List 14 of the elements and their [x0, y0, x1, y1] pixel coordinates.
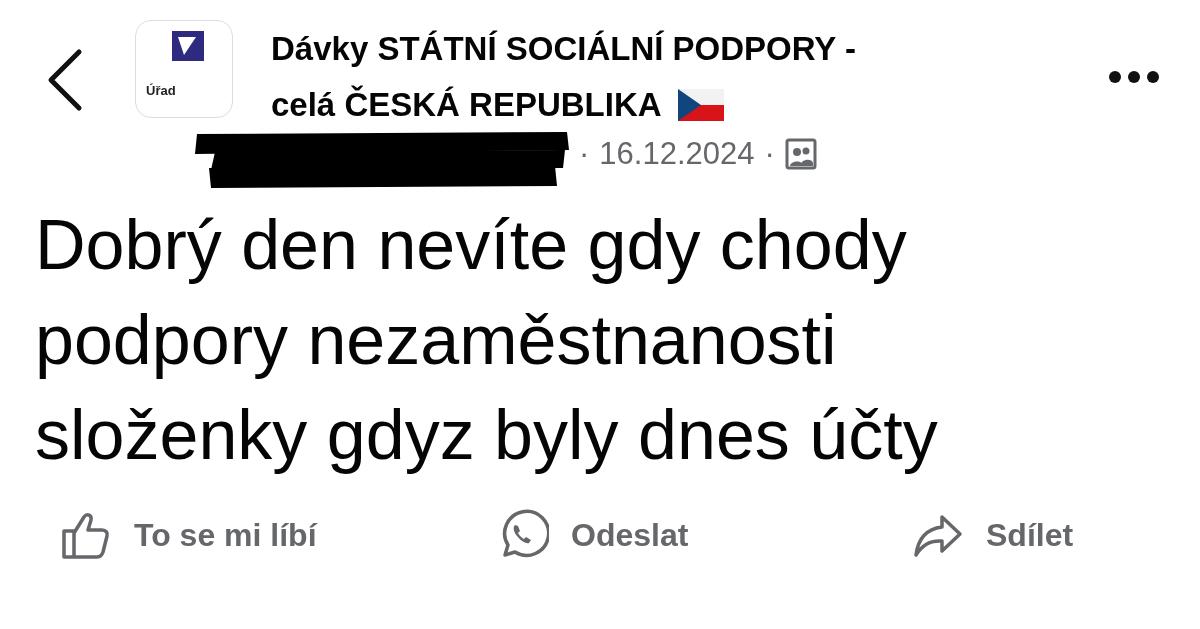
post-text: Dobrý den nevíte gdy chody podpory nezaměstnanosti složenky gdyz byly dnes účty	[34, 205, 939, 476]
post-date[interactable]: 16.12.2024	[599, 136, 755, 172]
send-button[interactable]: Odeslat	[497, 509, 912, 561]
separator: ·	[579, 136, 590, 172]
group-name[interactable]: Dávky STÁTNÍ SOCIÁLNÍ PODPORY -	[271, 30, 856, 68]
like-button[interactable]: To se mi líbí	[60, 509, 497, 561]
czech-flag-icon	[677, 89, 724, 121]
separator: ·	[764, 136, 775, 172]
group-audience-icon	[784, 138, 817, 170]
logo-text: Úřad	[146, 83, 176, 98]
group-avatar[interactable]: Úřad	[135, 20, 233, 118]
share-button[interactable]: Sdílet	[912, 509, 1074, 561]
group-name[interactable]: celá ČESKÁ REPUBLIKA	[271, 86, 662, 124]
more-icon[interactable]	[1108, 70, 1160, 84]
